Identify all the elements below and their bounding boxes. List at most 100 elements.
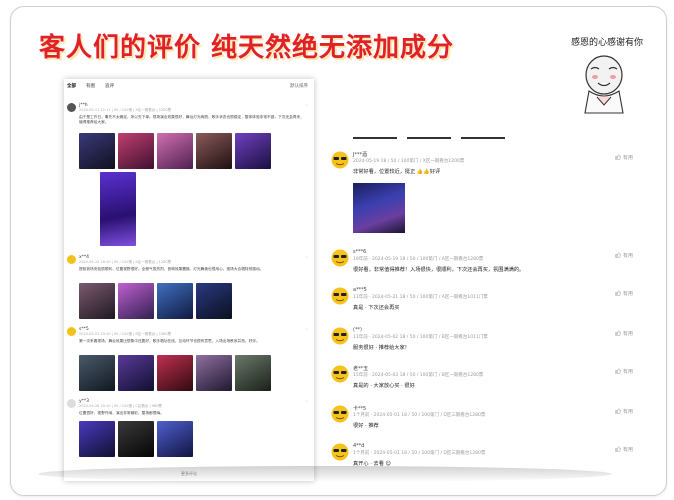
review-photo[interactable] <box>157 421 193 457</box>
review-photos <box>79 355 271 391</box>
avatar <box>67 255 76 264</box>
review-photo[interactable] <box>235 355 271 391</box>
tab-all[interactable]: 全部 <box>67 83 76 89</box>
review-text: 服务很好 · 推荐给大家！ <box>353 345 410 351</box>
sunglasses-emoji-icon <box>331 443 349 461</box>
helpful-button[interactable]: 有用 <box>615 154 633 161</box>
thumbs-up-icon <box>615 252 622 258</box>
list-item: s**5 2024-05-02 19:10 | 50 / 100第 | B区一期… <box>67 327 311 397</box>
sunglasses-emoji-icon <box>331 405 349 423</box>
reviewer-name: (**) <box>353 327 362 333</box>
list-item: J***酒 2024-05-19 18 / 50 / 100第门 / X区一期看… <box>331 151 649 251</box>
reviewer-name: J***酒 <box>353 152 367 158</box>
review-photo[interactable] <box>79 133 115 169</box>
helpful-label: 有用 <box>622 155 633 161</box>
thanks-emoji-icon <box>584 55 624 114</box>
list-item: x**4 2024-05-10 18:10 | 50 / 100第 | A区一期… <box>67 255 311 325</box>
review-photo[interactable] <box>118 283 154 319</box>
review-photo[interactable] <box>118 133 154 169</box>
list-item: j**h 2024-05-11 12:11 | 50 / 100第 | X区一期… <box>67 103 311 183</box>
list-item: 老**玉 15年前 · 2024-05-03 18 / 50 / 100第门 /… <box>331 365 649 405</box>
helpful-button[interactable]: 有用 <box>615 446 633 453</box>
helpful-label: 有用 <box>622 409 633 415</box>
review-photos <box>79 421 193 457</box>
sort-dropdown[interactable]: 默认排序 <box>290 83 308 89</box>
list-item: y**3 2024-04-28 20:10 | 50 / 100第 | C区看台… <box>67 399 311 464</box>
like-icon[interactable]: ♡ <box>305 328 308 332</box>
helpful-button[interactable]: 有用 <box>615 368 633 375</box>
sunglasses-emoji-icon <box>331 287 349 305</box>
like-icon[interactable]: ♡ <box>305 400 308 404</box>
list-item: 卡**5 1个月前 · 2024-05-01 18 / 50 / 100第门 /… <box>331 405 649 445</box>
review-text: 提前到场安检很顺利，位置视野很好。全程气氛热烈，音响效果震撼，灯光舞美也很用心，… <box>79 267 264 271</box>
review-photo[interactable] <box>79 355 115 391</box>
helpful-button[interactable]: 有用 <box>615 290 633 297</box>
review-meta: 1个月前 · 2024-05-01 18 / 50 / 100第门 / D区三期… <box>353 451 486 456</box>
sunglasses-emoji-icon <box>331 151 349 169</box>
list-item: a***5 11年前 · 2024-05-21 18 / 50 / 100第门 … <box>331 287 649 327</box>
review-meta: 1个月前 · 2024-05-01 18 / 50 / 100第门 / D区三期… <box>353 413 486 418</box>
review-photo[interactable] <box>118 421 154 457</box>
thumbs-up-icon <box>615 408 622 414</box>
review-meta: 11年前 · 2024-05-21 18 / 50 / 100第门 / A区一期… <box>353 295 488 300</box>
review-meta: 2024-04-28 20:10 | 50 / 100第 | C区看台 | 98… <box>79 404 162 408</box>
reviewer-name: 老**玉 <box>353 366 369 372</box>
thumbs-up-icon <box>615 290 622 296</box>
avatar <box>67 399 76 408</box>
review-meta: 15年前 · 2024-05-03 18 / 50 / 100第门 / B区一期… <box>353 373 484 378</box>
review-photo[interactable] <box>79 283 115 319</box>
avatar <box>67 327 76 336</box>
divider <box>353 137 505 139</box>
review-photos <box>79 283 232 319</box>
review-photo[interactable] <box>79 421 115 457</box>
review-meta: 2024-05-19 18 / 50 / 100第门 / X区一期看台1200票 <box>353 159 465 164</box>
reviewer-name: a***5 <box>353 287 367 293</box>
banner-title: 客人们的评价 纯天然绝无添加成分 <box>39 33 455 63</box>
review-photo[interactable] <box>196 283 232 319</box>
review-text: 很好看，非常值得推荐！入场很快，很顺利，下次还会再买，氛围满满的。 <box>353 267 525 273</box>
thumbs-up-icon <box>615 330 622 336</box>
review-photo[interactable] <box>353 183 405 233</box>
review-meta: 2024-05-02 19:10 | 50 / 100第 | B区一期看台 | … <box>79 332 172 336</box>
thumbs-up-icon <box>615 446 622 452</box>
review-photo[interactable] <box>235 133 271 169</box>
list-item: (**) 11年前 · 2024-05-02 18 / 50 / 100第门 /… <box>331 327 649 367</box>
frame-shadow <box>38 466 612 482</box>
review-meta: 11年前 · 2024-05-02 18 / 50 / 100第门 / B区一期… <box>353 335 488 340</box>
sunglasses-emoji-icon <box>331 365 349 383</box>
review-photos <box>79 133 271 169</box>
helpful-label: 有用 <box>622 253 633 259</box>
helpful-button[interactable]: 有用 <box>615 252 633 259</box>
reviewer-name: s***6 <box>353 249 367 255</box>
review-text: 真是的 · 大家放心买 · 很好 <box>353 383 415 389</box>
review-text: 第一次来看现场，舞台效果比想象中还要好，歌手唱功在线，互动环节也很有意思，入场出… <box>79 339 260 343</box>
review-text: 很好 · 推荐 <box>353 423 379 429</box>
left-review-screenshot: 全部 有图 追评 默认排序 j**h 2024-05-11 12:11 | 50… <box>64 79 314 481</box>
avatar <box>67 103 76 112</box>
helpful-label: 有用 <box>622 291 633 297</box>
like-icon[interactable]: ♡ <box>305 104 308 108</box>
tab-follow-up[interactable]: 追评 <box>105 83 114 89</box>
review-text: 位置很好，视野开阔，演出非常精彩，整场都很嗨。 <box>79 411 164 415</box>
review-photo[interactable] <box>157 283 193 319</box>
like-icon[interactable]: ♡ <box>305 256 308 260</box>
review-photo[interactable] <box>196 355 232 391</box>
helpful-label: 有用 <box>622 369 633 375</box>
review-meta: 2024-05-11 12:11 | 50 / 100第 | X区一期看台 | … <box>79 108 172 112</box>
review-photo[interactable] <box>100 172 136 246</box>
review-photo[interactable] <box>118 355 154 391</box>
review-tabs: 全部 有图 追评 <box>67 83 114 89</box>
helpful-button[interactable]: 有用 <box>615 330 633 337</box>
list-item: s***6 19年前 · 2024-05-19 18 / 50 / 100第门 … <box>331 249 649 289</box>
review-photo[interactable] <box>157 355 193 391</box>
thumbs-up-icon <box>615 154 622 160</box>
tab-with-photos[interactable]: 有图 <box>86 83 95 89</box>
review-photo[interactable] <box>157 133 193 169</box>
review-photo[interactable] <box>196 133 232 169</box>
reviewer-name: 4**d <box>353 443 365 449</box>
promo-frame: 客人们的评价 纯天然绝无添加成分 感恩的心感谢有你 全部 有图 追评 默认排序 … <box>10 6 667 496</box>
helpful-button[interactable]: 有用 <box>615 408 633 415</box>
sunglasses-emoji-icon <box>331 249 349 267</box>
sunglasses-emoji-icon <box>331 327 349 345</box>
review-meta: 2024-05-10 18:10 | 50 / 100第 | A区一期看台 | … <box>79 260 172 264</box>
